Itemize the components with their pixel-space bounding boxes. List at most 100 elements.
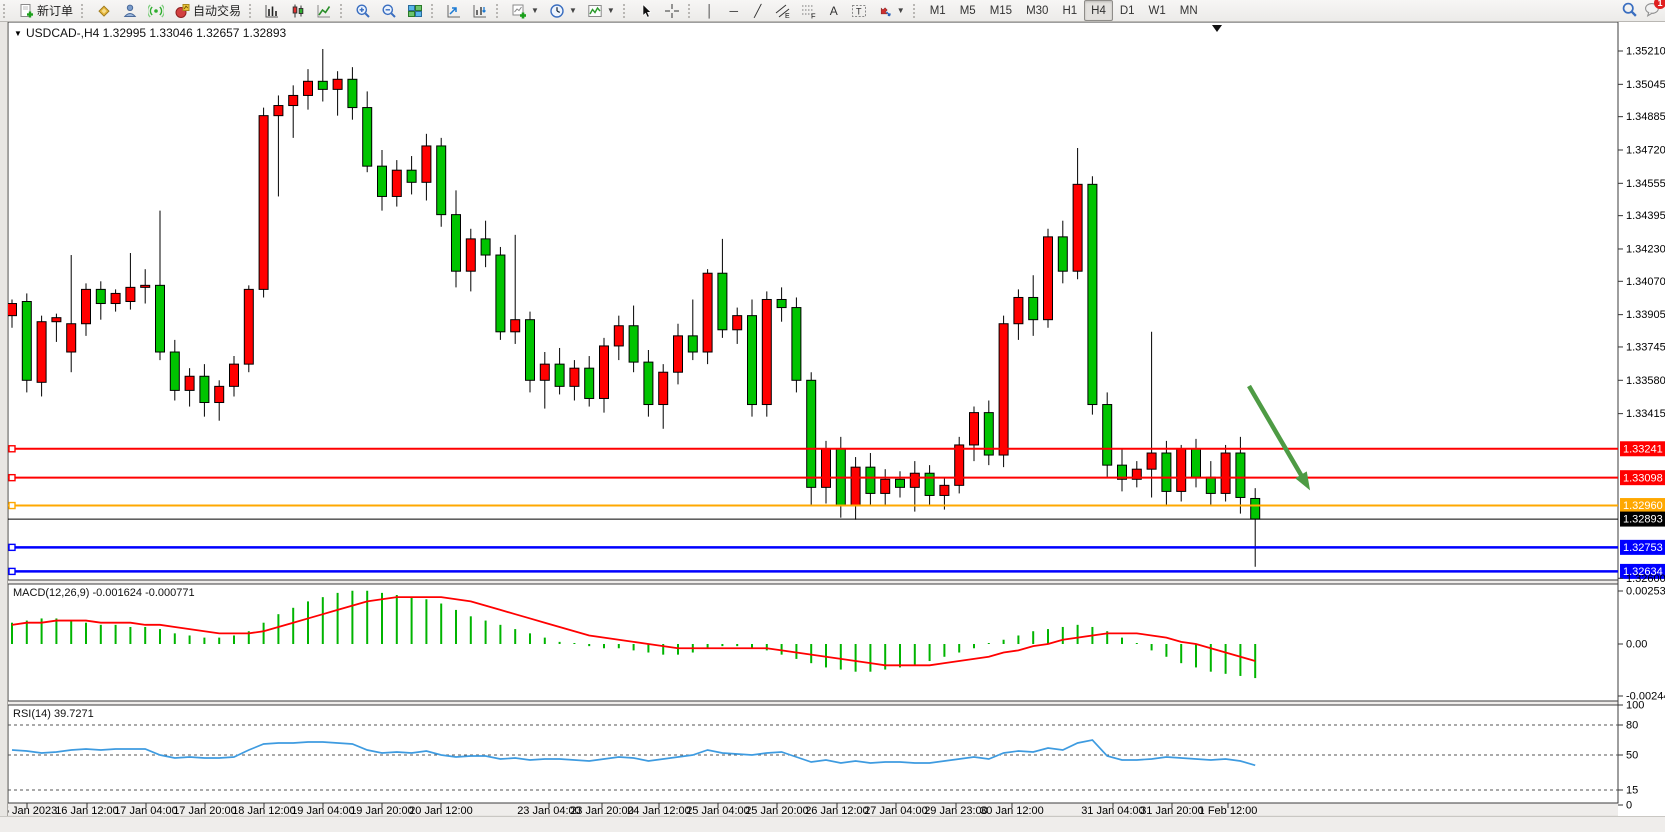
cursor-icon	[638, 3, 654, 19]
new-chart-button[interactable]: ▼	[506, 0, 544, 22]
cursor-button[interactable]	[633, 0, 659, 22]
candle-body	[674, 336, 683, 372]
price-tick-label: 1.34070	[1626, 276, 1665, 288]
candle-body	[955, 445, 964, 485]
candlestick-chart-button[interactable]	[285, 0, 311, 22]
quotes-button[interactable]	[91, 0, 117, 22]
period-button[interactable]: ▼	[544, 0, 582, 22]
candle-body	[733, 316, 742, 330]
candle-body	[1014, 297, 1023, 323]
line-drag-handle[interactable]	[9, 544, 15, 550]
auto-arrange-icon	[446, 3, 462, 19]
tile-windows-button[interactable]	[402, 0, 428, 22]
time-tick-label: 17 Jan 04:00	[114, 805, 178, 816]
crosshair-button[interactable]	[659, 0, 685, 22]
timeframe-D1-button[interactable]: D1	[1113, 0, 1142, 21]
new-order-button[interactable]: 新订单	[13, 0, 78, 22]
timeframe-H1-button[interactable]: H1	[1055, 0, 1084, 21]
line-chart-button[interactable]	[311, 0, 337, 22]
text-label-button[interactable]	[846, 0, 872, 22]
timeframe-M1-button[interactable]: M1	[923, 0, 953, 21]
price-tag-label: 1.32753	[1623, 542, 1663, 554]
text-button[interactable]: A	[822, 0, 846, 22]
candle-body	[392, 170, 401, 196]
candle-body	[570, 368, 579, 386]
candle-body	[585, 368, 594, 398]
candle-body	[659, 372, 668, 404]
zoom-in-button[interactable]	[350, 0, 376, 22]
notification-badge: 1	[1654, 0, 1665, 9]
fibonacci-button[interactable]	[796, 0, 822, 22]
time-tick-label: 16 Jan 12:00	[55, 805, 119, 816]
template-icon	[587, 3, 603, 19]
candle-body	[910, 473, 919, 487]
time-tick-label: 27 Jan 04:00	[864, 805, 928, 816]
chevron-down-icon: ▼	[607, 6, 615, 15]
toolbar-grip	[3, 4, 10, 18]
chat-icon[interactable]: 1	[1644, 1, 1661, 21]
line-drag-handle[interactable]	[9, 475, 15, 481]
timeframe-M5-button[interactable]: M5	[953, 0, 983, 21]
main-toolbar: 新订单 自动交易 ▼ ▼ ▼ │─ ╱ A ▼ M1M5M15M30H1H4D1W1MN 1	[0, 0, 1665, 22]
trendline-button[interactable]: ╱	[746, 0, 770, 22]
zoom-out-button[interactable]	[376, 0, 402, 22]
time-tick-label: 1 Feb 12:00	[1199, 805, 1258, 816]
market-button[interactable]	[117, 0, 143, 22]
template-button[interactable]: ▼	[582, 0, 620, 22]
time-tick-label: 24 Jan 12:00	[627, 805, 691, 816]
time-tick-label: 31 Jan 04:00	[1081, 805, 1145, 816]
candle-body	[466, 239, 475, 271]
candle-body	[777, 299, 786, 307]
candle-body	[378, 166, 387, 196]
vline-button[interactable]: │	[698, 0, 722, 22]
line-drag-handle[interactable]	[9, 446, 15, 452]
price-tick-label: 1.35210	[1626, 46, 1665, 58]
chart-title: USDCAD-,H4 1.32995 1.33046 1.32657 1.328…	[26, 26, 287, 40]
macd-axis-label: 0.002531	[1626, 586, 1665, 598]
signals-button[interactable]	[143, 0, 169, 22]
candle-body	[96, 289, 105, 303]
timeframe-W1-button[interactable]: W1	[1142, 0, 1173, 21]
candle-body	[644, 362, 653, 404]
search-icon[interactable]	[1621, 1, 1638, 21]
candle-body	[363, 108, 372, 167]
macd-axis-label: 0.00	[1626, 639, 1647, 651]
line-drag-handle[interactable]	[9, 568, 15, 574]
candle-body	[511, 320, 520, 332]
timeframe-H4-button[interactable]: H4	[1084, 0, 1113, 21]
arrows-button[interactable]: ▼	[872, 0, 910, 22]
hline-button[interactable]: ─	[722, 0, 746, 22]
candle-body	[126, 287, 135, 301]
chevron-down-icon: ▼	[531, 6, 539, 15]
candle-body	[940, 485, 949, 495]
candle-body	[792, 308, 801, 381]
track-chart-button[interactable]	[467, 0, 493, 22]
price-tick-label: 1.34555	[1626, 178, 1665, 190]
trendline-icon: ╱	[751, 4, 765, 18]
line-drag-handle[interactable]	[9, 503, 15, 509]
price-tick-label: 1.33580	[1626, 375, 1665, 387]
time-tick-label: 25 Jan 04:00	[686, 805, 750, 816]
price-tick-label: 1.33745	[1626, 341, 1665, 353]
autotrade-button[interactable]: 自动交易	[169, 0, 246, 22]
timeframe-M30-button[interactable]: M30	[1019, 0, 1055, 21]
candle-body	[1147, 453, 1156, 469]
price-tick-label: 1.34720	[1626, 144, 1665, 156]
candle-body	[540, 364, 549, 380]
timeframe-M15-button[interactable]: M15	[983, 0, 1019, 21]
toolbar-grip	[431, 4, 438, 18]
timeframe-MN-button[interactable]: MN	[1173, 0, 1205, 21]
candle-body	[437, 146, 446, 215]
bar-chart-button[interactable]	[259, 0, 285, 22]
time-tick-label: 17 Jan 20:00	[173, 805, 237, 816]
price-tick-label: 1.33905	[1626, 309, 1665, 321]
candle-body	[688, 336, 697, 352]
channel-button[interactable]	[770, 0, 796, 22]
candle-body	[881, 479, 890, 493]
fibonacci-icon	[801, 3, 817, 19]
auto-arrange-button[interactable]	[441, 0, 467, 22]
candle-body	[8, 304, 17, 316]
bar-chart-icon	[264, 3, 280, 19]
candle-body	[526, 320, 535, 381]
signals-icon	[148, 3, 164, 19]
